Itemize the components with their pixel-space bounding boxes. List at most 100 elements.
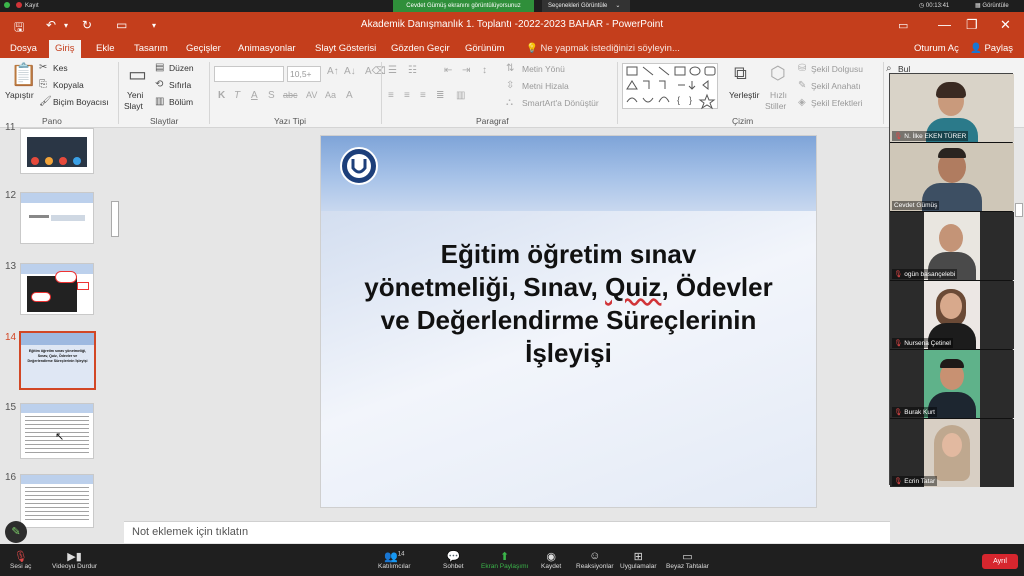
bullets-icon[interactable]: ☰: [388, 65, 397, 76]
slide-thumbnail[interactable]: [20, 192, 94, 244]
format-painter-button[interactable]: Biçim Boyacısı: [53, 97, 109, 107]
chat-button[interactable]: 💬 Sohbet: [443, 550, 464, 570]
slide-thumbnail[interactable]: ↖: [20, 403, 94, 459]
share-screen-button[interactable]: ⬆ Ekran Paylaşımı: [481, 550, 528, 570]
participant-tile[interactable]: 🎙 Burak Kurt: [890, 350, 1014, 418]
thumb-number: 14: [5, 332, 17, 343]
thumbnails-scrollbar[interactable]: [110, 128, 120, 544]
shape-outline-button[interactable]: Şekil Anahatı: [811, 81, 861, 91]
bold-icon[interactable]: K: [218, 90, 225, 101]
increase-indent-icon[interactable]: ⇥: [462, 65, 470, 76]
arrange-icon[interactable]: ⧉: [734, 63, 747, 84]
ribbon-display-icon[interactable]: ▭: [898, 19, 908, 32]
font-shrink-icon[interactable]: A↓: [344, 66, 356, 77]
tab-review[interactable]: Gözden Geçir: [391, 43, 450, 54]
apps-button[interactable]: ⊞ Uygulamalar: [620, 550, 657, 570]
paste-button[interactable]: Yapıştır: [5, 90, 34, 100]
participant-tile[interactable]: 🎙 Nursena Çetinel: [890, 281, 1014, 349]
columns-icon[interactable]: ▥: [456, 90, 465, 101]
pen-outline-icon: ✎: [798, 80, 807, 91]
scrollbar-thumb[interactable]: [111, 201, 119, 237]
stop-video-button[interactable]: ▶▮ Videoyu Durdur: [52, 550, 97, 570]
tab-view[interactable]: Görünüm: [465, 43, 505, 54]
char-spacing-icon[interactable]: AV: [306, 90, 317, 100]
whiteboards-button[interactable]: ▭ Beyaz Tahtalar: [666, 550, 709, 570]
new-slide-label-1[interactable]: Yeni: [127, 90, 143, 100]
tab-home[interactable]: Giriş: [49, 40, 81, 58]
view-options-button[interactable]: Seçenekleri Görüntüle ⌄: [542, 0, 630, 12]
slide-title[interactable]: Eğitim öğretim sınav yönetmeliği, Sınav,…: [349, 238, 788, 370]
smartart-button[interactable]: SmartArt'a Dönüştür: [522, 98, 599, 108]
slide-thumbnail-selected[interactable]: Eğitim öğretim sınav yönetmeliği, Sınav,…: [19, 331, 96, 390]
change-case-icon[interactable]: Aa: [325, 90, 336, 100]
section-button[interactable]: Bölüm: [169, 97, 193, 107]
align-left-icon[interactable]: ≡: [388, 90, 394, 101]
unmute-button[interactable]: 🎙 Sesi aç: [10, 550, 31, 570]
new-slide-label-2[interactable]: Slayt: [124, 101, 143, 111]
align-right-icon[interactable]: ≡: [420, 90, 426, 101]
leave-button[interactable]: Ayrıl: [982, 554, 1018, 569]
font-grow-icon[interactable]: A↑: [327, 66, 339, 77]
font-color-icon[interactable]: A: [346, 90, 353, 101]
line-spacing-icon[interactable]: ↕: [482, 65, 487, 76]
tab-transitions[interactable]: Geçişler: [186, 43, 221, 54]
tab-animations[interactable]: Animasyonlar: [238, 43, 296, 54]
copy-button[interactable]: Kopyala: [53, 80, 84, 90]
paint-bucket-icon: ⛁: [798, 63, 807, 74]
quick-styles-label-2[interactable]: Stiller: [765, 101, 786, 111]
text-direction-button[interactable]: Metin Yönü: [522, 64, 565, 74]
share-button[interactable]: 👤 Paylaş: [970, 43, 1013, 54]
arrange-button[interactable]: Yerleştir: [729, 90, 759, 100]
justify-icon[interactable]: ≣: [436, 90, 444, 101]
font-family-input[interactable]: [214, 66, 284, 82]
shape-fill-button[interactable]: Şekil Dolgusu: [811, 64, 863, 74]
scrollbar-thumb[interactable]: [1015, 203, 1023, 217]
align-text-button[interactable]: Metni Hizala: [522, 81, 569, 91]
italic-icon[interactable]: T: [234, 90, 240, 101]
participant-tile[interactable]: 🎙 ogün basançelebi: [890, 212, 1014, 280]
participant-tile[interactable]: 🎙 Ecrin Tatar: [890, 419, 1014, 487]
tab-slideshow[interactable]: Slayt Gösterisi: [315, 43, 376, 54]
tab-file[interactable]: Dosya: [10, 43, 37, 54]
clear-format-icon[interactable]: A⌫: [365, 66, 386, 77]
view-button[interactable]: ▦ Görüntüle: [975, 0, 1009, 12]
participant-name: 🎙 ogün basançelebi: [892, 269, 958, 279]
reactions-button[interactable]: ☺ Reaksiyonlar: [576, 550, 614, 570]
recording-indicator[interactable]: Kayıt: [4, 0, 39, 12]
shapes-gallery[interactable]: { }: [622, 63, 718, 110]
paste-icon[interactable]: 📋: [10, 62, 37, 88]
cut-button[interactable]: Kes: [53, 63, 68, 73]
tell-me-box[interactable]: 💡 Ne yapmak istediğinizi söyleyin...: [526, 43, 680, 54]
slide-thumbnail[interactable]: [20, 263, 94, 315]
reset-button[interactable]: Sıfırla: [169, 80, 191, 90]
record-button[interactable]: ◉ Kaydet: [541, 550, 561, 570]
participant-tile-active-speaker[interactable]: Cevdet Gümüş: [890, 143, 1014, 211]
participant-tile[interactable]: 🎙 N. İlke EKEN TÜRER: [890, 74, 1014, 142]
shadow-icon[interactable]: S: [268, 90, 275, 101]
notes-pane[interactable]: Not eklemek için tıklatın: [124, 521, 890, 543]
slide-thumbnail[interactable]: [20, 474, 94, 528]
tab-insert[interactable]: Ekle: [96, 43, 114, 54]
annotate-pen-icon[interactable]: ✎: [5, 521, 27, 543]
align-center-icon[interactable]: ≡: [404, 90, 410, 101]
layout-button[interactable]: Düzen: [169, 63, 194, 73]
close-icon[interactable]: ✕: [1000, 17, 1011, 33]
tab-design[interactable]: Tasarım: [134, 43, 168, 54]
quick-styles-label-1[interactable]: Hızlı: [770, 90, 787, 100]
participants-button[interactable]: 👥14 Katılımcılar: [378, 550, 411, 570]
editor-scrollbar[interactable]: [1014, 128, 1024, 544]
sign-in-link[interactable]: Oturum Aç: [914, 43, 959, 54]
slide-thumbnail[interactable]: [20, 128, 94, 174]
numbering-icon[interactable]: ☷: [408, 65, 417, 76]
slide-title-line-3: ve Değerlendirme Süreçlerinin: [380, 305, 757, 335]
underline-icon[interactable]: A: [251, 90, 258, 101]
new-slide-icon[interactable]: ▭: [128, 62, 147, 87]
decrease-indent-icon[interactable]: ⇤: [444, 65, 452, 76]
shape-effects-button[interactable]: Şekil Efektleri: [811, 98, 863, 108]
slide-canvas[interactable]: Eğitim öğretim sınav yönetmeliği, Sınav,…: [320, 135, 817, 508]
font-size-input[interactable]: 10,5+: [287, 66, 321, 82]
restore-icon[interactable]: ❐: [966, 17, 978, 33]
quick-styles-icon[interactable]: ⬡: [770, 63, 786, 84]
strikethrough-icon[interactable]: abc: [283, 90, 298, 100]
minimize-icon[interactable]: —: [938, 17, 951, 32]
